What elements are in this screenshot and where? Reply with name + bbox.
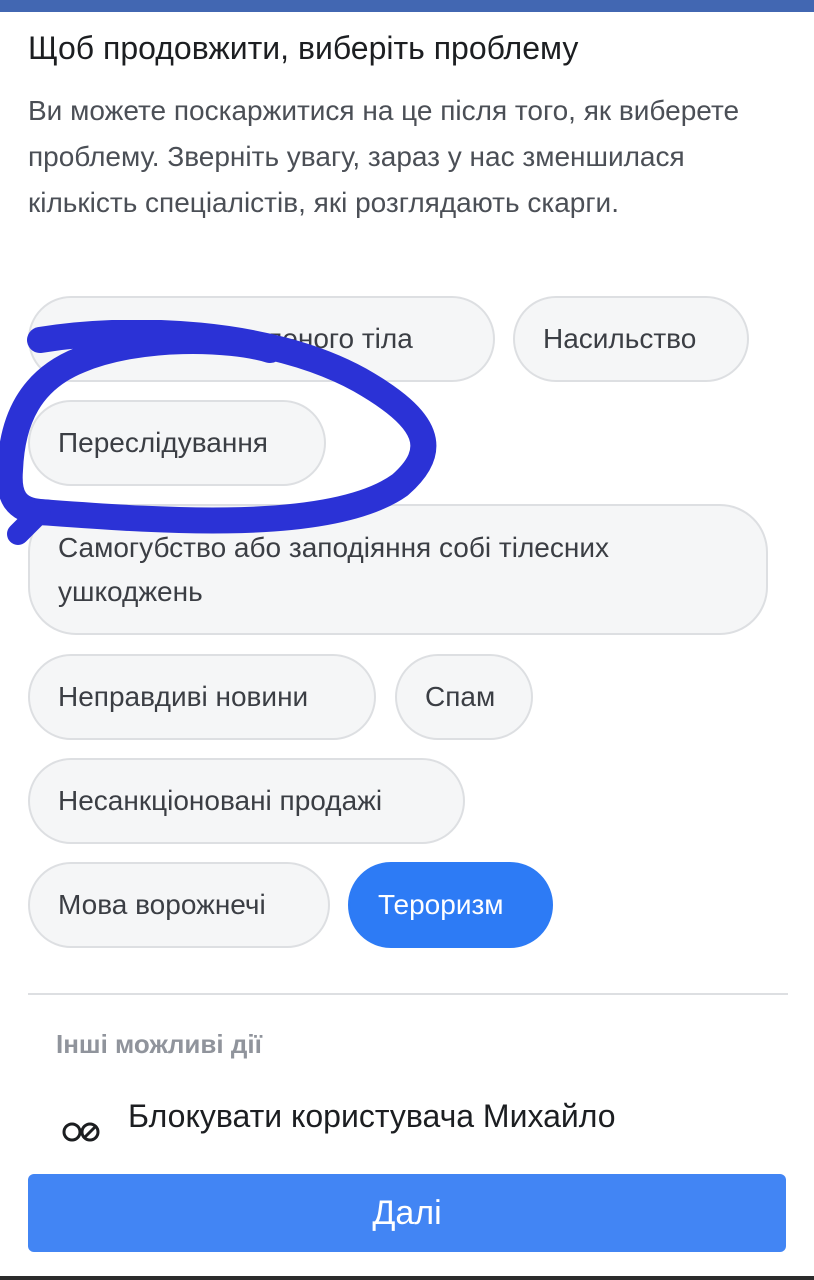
- page-title: Щоб продовжити, виберіть проблему: [28, 30, 579, 66]
- problem-chip-hate-speech[interactable]: Мова ворожнечі: [28, 862, 330, 948]
- other-actions-heading: Інші можливі дії: [56, 1029, 262, 1059]
- block-user-icon: [62, 1122, 100, 1142]
- problem-chip-label: Зображення оголеного тіла: [58, 323, 413, 354]
- problem-chip-violence[interactable]: Насильство: [513, 296, 749, 382]
- next-button-label: Далі: [372, 1193, 442, 1232]
- problem-chip-label: Тероризм: [378, 889, 504, 920]
- problem-chip-label: Мова ворожнечі: [58, 889, 266, 920]
- problem-chip-label: Несанкціоновані продажі: [58, 785, 383, 816]
- problem-chip-spam[interactable]: Спам: [395, 654, 533, 740]
- block-user-action[interactable]: Блокувати користувача Михайло: [28, 1088, 788, 1148]
- problem-chip-harassment[interactable]: Переслідування: [28, 400, 326, 486]
- problem-chip-terrorism[interactable]: Тероризм: [348, 862, 553, 948]
- next-button[interactable]: Далі: [28, 1174, 786, 1252]
- problem-chip-label: Неправдиві новини: [58, 681, 309, 712]
- top-bar: [0, 0, 814, 12]
- problem-chip-label: Самогубство або заподіяння собі тілесних…: [58, 531, 609, 607]
- bottom-edge: [0, 1276, 814, 1280]
- page-description: Ви можете поскаржитися на це після того,…: [28, 95, 740, 218]
- problem-chip-false-news[interactable]: Неправдиві новини: [28, 654, 376, 740]
- block-user-label: Блокувати користувача Михайло: [128, 1098, 616, 1134]
- section-divider: [28, 993, 788, 995]
- problem-chip-label: Спам: [425, 681, 496, 712]
- problem-chip-unauthorized-sales[interactable]: Несанкціоновані продажі: [28, 758, 465, 844]
- problem-chip-label: Насильство: [543, 323, 697, 354]
- problem-chip-label: Переслідування: [58, 427, 268, 458]
- problem-chip-nudity[interactable]: Зображення оголеного тіла: [28, 296, 495, 382]
- problem-chip-self-harm[interactable]: Самогубство або заподіяння собі тілесних…: [28, 504, 768, 635]
